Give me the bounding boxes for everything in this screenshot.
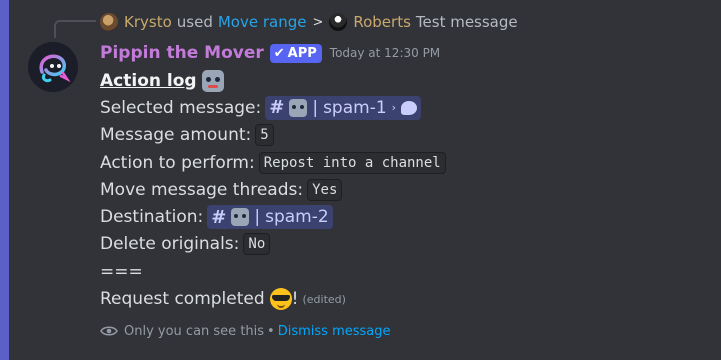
reply-command[interactable]: Move range xyxy=(218,13,307,31)
reply-target-message[interactable]: Test message xyxy=(416,13,518,31)
reply-target-username[interactable]: Roberts xyxy=(353,13,411,31)
robot-emoji-icon[interactable] xyxy=(201,69,224,92)
destination-channel-link[interactable]: # | spam-2 xyxy=(207,205,333,230)
delete-originals-line: Delete originals: No xyxy=(100,231,700,258)
reply-username[interactable]: Krysto xyxy=(124,13,172,31)
bullet-separator: • xyxy=(267,323,275,339)
destination-label: Destination: xyxy=(100,207,204,228)
channel-hash-icon: # xyxy=(211,206,227,228)
channel-name: spam-2 xyxy=(265,207,329,228)
message-amount-value: 5 xyxy=(255,124,274,147)
channel-separator: | xyxy=(312,97,319,118)
action-log-title: Action log xyxy=(100,70,197,91)
action-label: Action to perform: xyxy=(100,152,255,173)
reply-connector xyxy=(54,20,96,38)
completed-exclaim: ! xyxy=(291,289,299,310)
separator-line: === xyxy=(100,258,700,285)
edited-indicator[interactable]: (edited) xyxy=(302,293,345,306)
threads-line: Move message threads: Yes xyxy=(100,176,700,203)
ephemeral-notice: Only you can see this • Dismiss message xyxy=(100,322,391,340)
destination-line: Destination: # | spam-2 xyxy=(100,203,700,230)
roberts-avatar[interactable] xyxy=(329,13,348,31)
verified-check-icon: ✔ xyxy=(273,45,285,61)
action-value: Repost into a channel xyxy=(258,151,446,174)
bot-avatar[interactable] xyxy=(28,42,78,92)
action-line: Action to perform: Repost into a channel xyxy=(100,149,700,176)
app-badge: ✔ APP xyxy=(269,43,322,63)
delete-originals-label: Delete originals: xyxy=(100,234,240,255)
selected-message-line: Selected message: # | spam-1 › xyxy=(100,94,700,121)
message-content: Action log Selected message: # | spam-1 … xyxy=(100,67,700,313)
krysto-avatar[interactable] xyxy=(100,13,118,31)
threads-value: Yes xyxy=(307,178,343,201)
delete-originals-value: No xyxy=(243,233,271,256)
bot-avatar-icon xyxy=(28,42,78,92)
message-amount-label: Message amount: xyxy=(100,125,252,146)
robot-emoji-icon xyxy=(231,208,250,227)
sunglasses-emoji-icon[interactable] xyxy=(269,288,292,311)
dismiss-message-link[interactable]: Dismiss message xyxy=(278,324,391,339)
message-amount-line: Message amount: 5 xyxy=(100,122,700,149)
message-timestamp[interactable]: Today at 12:30 PM xyxy=(330,46,440,60)
selected-message-label: Selected message: xyxy=(100,97,262,118)
channel-separator: | xyxy=(254,207,261,228)
completed-line: Request completed ! (edited) xyxy=(100,285,700,312)
channel-name: spam-1 xyxy=(323,97,387,118)
robot-emoji-icon xyxy=(289,98,308,117)
completed-text: Request completed xyxy=(100,289,265,310)
reply-chevron-icon: > xyxy=(312,14,324,30)
channel-hash-icon: # xyxy=(269,97,285,119)
action-log-title-line: Action log xyxy=(100,67,700,94)
app-badge-label: APP xyxy=(287,45,317,61)
bot-username[interactable]: Pippin the Mover xyxy=(100,43,264,63)
separator-text: === xyxy=(100,261,143,282)
chevron-right-icon: › xyxy=(391,101,397,115)
ephemeral-text: Only you can see this xyxy=(124,323,265,339)
threads-label: Move message threads: xyxy=(100,179,304,200)
thread-bubble-icon xyxy=(401,100,418,115)
interaction-reference[interactable]: Krysto used Move range > Roberts Test me… xyxy=(100,12,518,32)
selected-message-link[interactable]: # | spam-1 › xyxy=(265,95,422,120)
message-header: Pippin the Mover ✔ APP Today at 12:30 PM xyxy=(100,42,440,64)
reply-used-text: used xyxy=(176,13,213,31)
highlight-bar xyxy=(0,0,9,360)
eye-icon xyxy=(100,326,118,336)
